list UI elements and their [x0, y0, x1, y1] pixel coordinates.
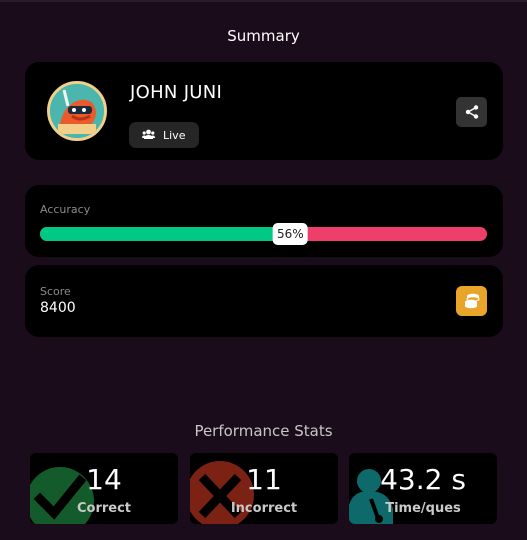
top-divider [0, 0, 527, 2]
player-card: JOHN JUNI Live [25, 62, 503, 160]
stat-correct-label: Correct [76, 501, 132, 516]
share-button[interactable] [456, 97, 487, 127]
stat-incorrect-value: 11 [246, 463, 282, 496]
performance-title: Performance Stats [194, 422, 333, 440]
accuracy-percent-pill: 56% [272, 223, 308, 245]
stat-correct: 14 Correct [30, 453, 178, 524]
live-status-label: Live [163, 128, 186, 142]
coins-icon [464, 293, 479, 309]
ninja-avatar-icon [47, 81, 107, 141]
accuracy-bar: 56% [40, 223, 487, 245]
accuracy-bar-fill [40, 227, 291, 241]
player-name: JOHN JUNI [130, 82, 223, 103]
stat-correct-value: 14 [86, 463, 122, 496]
coins-button[interactable] [456, 286, 487, 316]
accuracy-card: Accuracy 56% [25, 185, 503, 257]
accuracy-label: Accuracy [40, 203, 91, 216]
stat-incorrect-label: Incorrect [230, 501, 298, 516]
stat-time-label: Time/ques [385, 501, 461, 516]
group-icon [142, 129, 155, 142]
stat-time-per-question: 43.2 s Time/ques [349, 453, 497, 524]
score-card: Score 8400 [25, 265, 503, 337]
share-icon [465, 105, 478, 119]
stat-incorrect: 11 Incorrect [190, 453, 338, 524]
page-title: Summary [227, 27, 300, 45]
score-value: 8400 [40, 300, 76, 316]
score-label: Score [40, 285, 71, 298]
live-status-badge: Live [129, 122, 200, 148]
stat-time-value: 43.2 s [380, 463, 466, 496]
